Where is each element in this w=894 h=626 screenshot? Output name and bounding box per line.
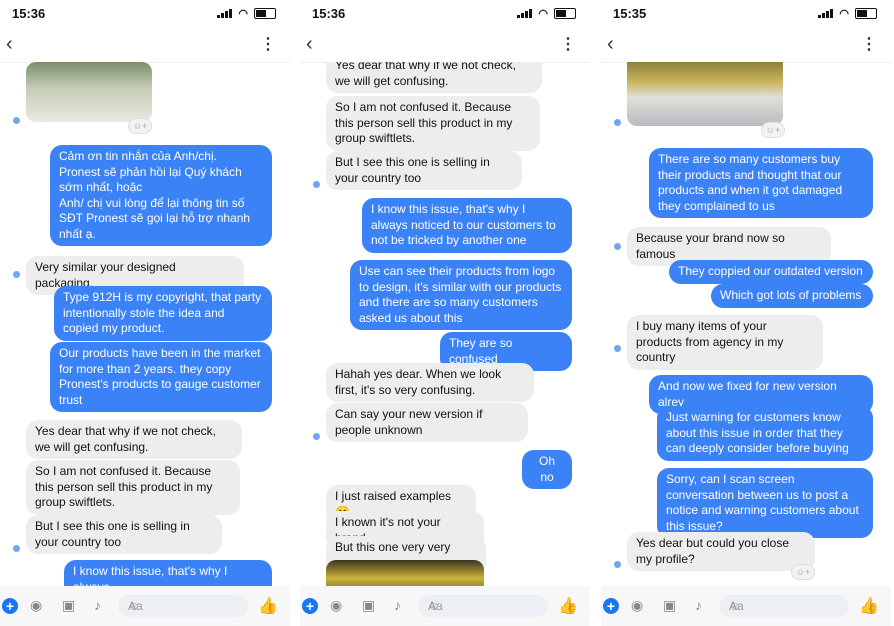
smiley-icon[interactable]: ☺ — [729, 599, 843, 613]
wifi-icon: ◠ — [839, 8, 849, 20]
message-list: Yes dear that why if we not check, we wi… — [300, 62, 590, 586]
message-input[interactable]: Aa ☺ — [719, 595, 849, 617]
message-bubble[interactable]: I buy many items of your products from a… — [627, 315, 823, 370]
status-time: 15:36 — [12, 6, 46, 21]
message-bubble[interactable]: There are so many customers buy their pr… — [649, 148, 873, 218]
message-bubble[interactable]: I know this issue, that's why I always n… — [362, 198, 572, 253]
message-bubble[interactable]: Can say your new version if people unkno… — [326, 403, 528, 442]
panel-divider — [290, 0, 300, 626]
message-bubble[interactable]: Which got lots of problems — [711, 284, 873, 308]
signal-icon — [517, 9, 533, 18]
shared-image-thumbnail[interactable] — [26, 62, 152, 122]
shared-image-thumbnail[interactable] — [326, 560, 484, 586]
message-bubble[interactable]: So I am not confused it. Because this pe… — [26, 460, 240, 515]
back-chevron-icon[interactable]: ‹ — [306, 33, 313, 56]
seen-indicator-icon — [613, 242, 622, 251]
microphone-icon[interactable]: ♪ — [94, 597, 101, 613]
status-icons: ◠ — [517, 7, 576, 20]
status-time: 15:35 — [613, 6, 647, 21]
message-bubble[interactable]: Just warning for customers know about th… — [657, 406, 873, 461]
microphone-icon[interactable]: ♪ — [695, 597, 702, 613]
thumbs-up-icon[interactable]: 👍 — [258, 596, 278, 616]
message-bubble[interactable]: Yes dear but could you close my profile? — [627, 532, 815, 571]
seen-indicator-icon — [613, 560, 622, 569]
message-bubble[interactable]: Oh no — [522, 450, 572, 489]
image-icon[interactable]: ▣ — [663, 597, 676, 614]
message-input[interactable]: Aa ☺ — [118, 595, 248, 617]
message-bubble[interactable]: So I am not confused it. Because this pe… — [326, 96, 540, 151]
plus-icon[interactable]: + — [2, 598, 18, 614]
image-icon[interactable]: ▣ — [62, 597, 75, 614]
image-icon[interactable]: ▣ — [362, 597, 375, 614]
panel-divider — [590, 0, 601, 626]
more-options-icon[interactable]: ⋮ — [260, 34, 276, 54]
thumbs-up-icon[interactable]: 👍 — [859, 596, 879, 616]
battery-icon — [554, 8, 576, 19]
status-bar: 15:35 ◠ — [601, 0, 891, 26]
camera-icon[interactable]: ◉ — [30, 597, 42, 614]
battery-icon — [855, 8, 877, 19]
camera-icon[interactable]: ◉ — [631, 597, 643, 614]
chat-panel-3: 15:35 ◠ ‹ ⋮ ☺+ There are so many custome… — [601, 0, 891, 626]
react-button-icon[interactable]: ☺+ — [761, 122, 785, 138]
message-bubble[interactable]: Cảm ơn tin nhắn của Anh/chị. Pronest sẽ … — [50, 145, 272, 246]
seen-indicator-icon — [12, 270, 21, 279]
message-list: ☺+ Cảm ơn tin nhắn của Anh/chị. Pronest … — [0, 62, 290, 586]
back-chevron-icon[interactable]: ‹ — [607, 33, 614, 56]
message-bubble[interactable]: Yes dear that why if we not check, we wi… — [326, 62, 542, 93]
message-bubble[interactable]: Use can see their products from logo to … — [350, 260, 572, 330]
shared-image-thumbnail[interactable] — [627, 62, 783, 126]
composer-bar: + ◉ ▣ ♪ Aa ☺ 👍 — [0, 586, 290, 626]
status-time: 15:36 — [312, 6, 346, 21]
composer-bar: + ◉ ▣ ♪ Aa ☺ 👍 — [601, 586, 891, 626]
seen-indicator-icon — [312, 432, 321, 441]
seen-indicator-icon — [12, 116, 21, 125]
seen-indicator-icon — [613, 118, 622, 127]
message-input[interactable]: Aa ☺ — [418, 595, 548, 617]
wifi-icon: ◠ — [238, 8, 248, 20]
message-bubble[interactable]: But I see this one is selling in your co… — [326, 151, 522, 190]
message-list: ☺+ There are so many customers buy their… — [601, 62, 891, 586]
signal-icon — [217, 9, 233, 18]
conversation-header: ‹ ⋮ — [601, 28, 891, 63]
more-options-icon[interactable]: ⋮ — [861, 34, 877, 54]
smiley-icon[interactable]: ☺ — [128, 599, 242, 613]
plus-icon[interactable]: + — [302, 598, 318, 614]
more-options-icon[interactable]: ⋮ — [560, 34, 576, 54]
status-icons: ◠ — [818, 7, 877, 20]
seen-indicator-icon — [12, 544, 21, 553]
message-bubble[interactable]: Sorry, can I scan screen conversation be… — [657, 468, 873, 538]
message-bubble[interactable]: Our products have been in the market for… — [50, 342, 272, 412]
conversation-header: ‹ ⋮ — [300, 28, 590, 63]
wifi-icon: ◠ — [538, 8, 548, 20]
message-bubble[interactable]: Yes dear that why if we not check, we wi… — [26, 420, 242, 459]
composer-bar: + ◉ ▣ ♪ Aa ☺ 👍 — [300, 586, 590, 626]
react-button-icon[interactable]: ☺+ — [791, 564, 815, 580]
conversation-header: ‹ ⋮ — [0, 28, 290, 63]
signal-icon — [818, 9, 834, 18]
status-icons: ◠ — [217, 7, 276, 20]
message-bubble[interactable]: But I see this one is selling in your co… — [26, 515, 222, 554]
chat-panel-2: 15:36 ◠ ‹ ⋮ Yes dear that why if we not … — [300, 0, 590, 626]
battery-icon — [254, 8, 276, 19]
status-bar: 15:36 ◠ — [300, 0, 590, 26]
plus-icon[interactable]: + — [603, 598, 619, 614]
seen-indicator-icon — [312, 180, 321, 189]
message-bubble[interactable]: They coppied our outdated version — [669, 260, 873, 284]
status-bar: 15:36 ◠ — [0, 0, 290, 26]
camera-icon[interactable]: ◉ — [330, 597, 342, 614]
message-bubble[interactable]: I know this issue, that's why I always — [64, 560, 272, 586]
smiley-icon[interactable]: ☺ — [428, 599, 542, 613]
react-button-icon[interactable]: ☺+ — [128, 118, 152, 134]
microphone-icon[interactable]: ♪ — [394, 597, 401, 613]
thumbs-up-icon[interactable]: 👍 — [558, 596, 578, 616]
back-chevron-icon[interactable]: ‹ — [6, 33, 13, 56]
message-bubble[interactable]: Hahah yes dear. When we look first, it's… — [326, 363, 534, 402]
chat-panel-1: 15:36 ◠ ‹ ⋮ ☺+ Cảm ơn tin nhắn của Anh/c… — [0, 0, 290, 626]
seen-indicator-icon — [613, 344, 622, 353]
message-bubble[interactable]: Type 912H is my copyright, that party in… — [54, 286, 272, 341]
